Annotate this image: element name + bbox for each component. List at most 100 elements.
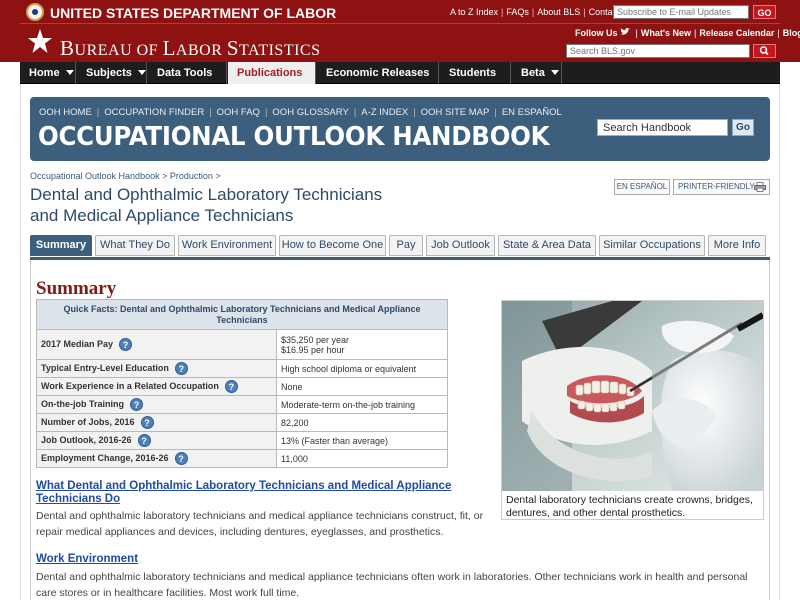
tab-more-info[interactable]: More Info	[708, 235, 766, 256]
util-link-az-index[interactable]: A to Z Index	[450, 7, 498, 17]
row-label-text: Job Outlook, 2016-26	[41, 434, 132, 445]
bls-star-icon[interactable]	[27, 28, 53, 54]
table-row: Job Outlook, 2016-26? 13% (Faster than a…	[36, 431, 448, 450]
nav-label: Beta	[521, 67, 545, 79]
tab-summary[interactable]: Summary	[30, 235, 92, 256]
tab-job-outlook[interactable]: Job Outlook	[426, 235, 495, 256]
nav-publications[interactable]: Publications	[228, 62, 316, 97]
row-label: Work Experience in a Related Occupation?	[36, 377, 277, 396]
row-value: $35,250 per year $16.95 per hour	[276, 329, 448, 360]
bls-search-input[interactable]	[566, 44, 750, 58]
breadcrumb-production[interactable]: Production	[170, 171, 213, 181]
email-subscribe-input[interactable]	[613, 5, 749, 19]
breadcrumb-ooh[interactable]: Occupational Outlook Handbook	[30, 171, 160, 181]
nav-beta[interactable]: Beta	[512, 62, 562, 84]
main-nav: Home Subjects Data Tools Publications Ec…	[20, 62, 780, 97]
ooh-link-en-espanol[interactable]: EN ESPAÑOL	[502, 107, 562, 118]
social-sep: |	[694, 28, 697, 38]
blog-link[interactable]: Blog	[783, 28, 800, 38]
tab-what-they-do[interactable]: What They Do	[95, 235, 175, 256]
row-label: Number of Jobs, 2016?	[36, 413, 277, 432]
nav-home[interactable]: Home	[20, 62, 76, 84]
util-link-faqs[interactable]: FAQs	[506, 7, 529, 17]
printer-friendly-button[interactable]: PRINTER-FRIENDLY	[673, 179, 770, 195]
nav-subjects[interactable]: Subjects	[77, 62, 147, 84]
nav-students[interactable]: Students	[440, 62, 511, 97]
bls-logo-text[interactable]: BUREAU OF LABOR STATISTICS	[60, 36, 321, 61]
util-link-about-bls[interactable]: About BLS	[537, 7, 580, 17]
row-value: 82,200	[276, 413, 448, 432]
work-environment-link[interactable]: Work Environment	[36, 553, 138, 566]
util-sep: |	[501, 7, 504, 17]
section-tabs: Summary What They Do Work Environment Ho…	[30, 235, 770, 257]
help-icon[interactable]: ?	[130, 398, 143, 411]
table-row: Employment Change, 2016-26? 11,000	[36, 449, 448, 468]
logo-abor: ABOR	[175, 42, 227, 59]
tab-similar-occupations[interactable]: Similar Occupations	[599, 235, 705, 256]
printer-friendly-label: PRINTER-FRIENDLY	[678, 182, 755, 191]
help-icon[interactable]: ?	[174, 452, 188, 465]
ooh-sep: |	[353, 107, 357, 118]
ooh-link-site-map[interactable]: OOH SITE MAP	[421, 107, 490, 118]
tab-state-area-data[interactable]: State & Area Data	[498, 235, 596, 256]
nav-data-tools[interactable]: Data Tools	[148, 62, 227, 97]
ooh-sep: |	[264, 107, 268, 118]
row-label-text: Number of Jobs, 2016	[41, 416, 135, 427]
tab-work-environment[interactable]: Work Environment	[178, 235, 276, 256]
ooh-link-occupation-finder[interactable]: OCCUPATION FINDER	[104, 107, 204, 118]
release-calendar-link[interactable]: Release Calendar	[699, 28, 774, 38]
row-value: None	[276, 377, 448, 396]
ooh-sep: |	[494, 107, 497, 118]
table-row: 2017 Median Pay? $35,250 per year $16.95 …	[36, 329, 448, 360]
en-espanol-button[interactable]: EN ESPAÑOL	[614, 179, 670, 195]
util-sep: |	[583, 7, 586, 17]
tab-how-to-become-one[interactable]: How to Become One	[279, 235, 386, 256]
row-label: Typical Entry-Level Education?	[36, 359, 277, 378]
row-label: Employment Change, 2016-26?	[36, 449, 277, 468]
nav-economic-releases[interactable]: Economic Releases	[317, 62, 439, 97]
tab-pay[interactable]: Pay	[389, 235, 423, 256]
table-row: On-the-job Training? Moderate-term on-th…	[36, 395, 448, 414]
breadcrumb-trail: >	[212, 171, 221, 181]
util-sep: |	[531, 7, 535, 17]
handbook-go-button[interactable]: Go	[732, 119, 754, 136]
ooh-title[interactable]: OCCUPATIONAL OUTLOOK HANDBOOK	[38, 122, 550, 152]
ooh-link-glossary[interactable]: OOH GLOSSARY	[272, 107, 348, 118]
ooh-banner: OOH HOME | OCCUPATION FINDER | OOH FAQ | OOH G…	[30, 97, 770, 161]
ooh-link-az-index[interactable]: A-Z INDEX	[361, 107, 408, 118]
ooh-link-home[interactable]: OOH HOME	[39, 107, 92, 118]
social-sep: |	[635, 28, 638, 38]
row-value: 11,000	[276, 449, 448, 468]
help-icon[interactable]: ?	[140, 416, 154, 429]
whats-new-link[interactable]: What's New	[641, 28, 691, 38]
bls-search-button[interactable]	[753, 44, 776, 58]
help-icon[interactable]: ?	[137, 434, 151, 447]
social-sep: |	[777, 28, 780, 38]
photo-box: Dental laboratory technicians create cro…	[501, 300, 764, 520]
dol-seal-icon[interactable]	[26, 3, 44, 21]
quick-facts-title: Quick Facts: Dental and Ophthalmic Labor…	[36, 299, 448, 330]
dol-name[interactable]: UNITED STATES DEPARTMENT OF LABOR	[50, 5, 336, 21]
help-icon[interactable]: ?	[119, 338, 133, 351]
handbook-search-input[interactable]	[597, 119, 728, 136]
row-label-text: On-the-job Training	[41, 398, 124, 409]
printer-icon	[754, 182, 766, 192]
ooh-sep: |	[96, 107, 100, 118]
follow-us-link[interactable]: Follow Us	[575, 28, 618, 38]
chevron-down-icon	[137, 70, 146, 75]
ooh-link-faq[interactable]: OOH FAQ	[217, 107, 260, 118]
email-go-button[interactable]: GO	[753, 5, 776, 19]
social-links: Follow Us | What's New | Release Calendar | B…	[575, 28, 800, 38]
chevron-down-icon	[550, 70, 559, 75]
search-icon	[759, 46, 769, 56]
what-they-do-link[interactable]: What Dental and Ophthalmic Laboratory Te…	[36, 480, 496, 506]
breadcrumb-sep: >	[159, 171, 170, 181]
summary-heading: Summary	[36, 278, 117, 299]
table-row: Typical Entry-Level Education? High scho…	[36, 359, 448, 378]
help-icon[interactable]: ?	[224, 380, 238, 393]
ooh-sep: |	[209, 107, 212, 118]
row-label-text: Typical Entry-Level Education	[41, 362, 169, 373]
help-icon[interactable]: ?	[174, 362, 188, 375]
site-header: UNITED STATES DEPARTMENT OF LABOR A to Z…	[0, 0, 800, 62]
twitter-bird-icon[interactable]	[620, 28, 631, 36]
